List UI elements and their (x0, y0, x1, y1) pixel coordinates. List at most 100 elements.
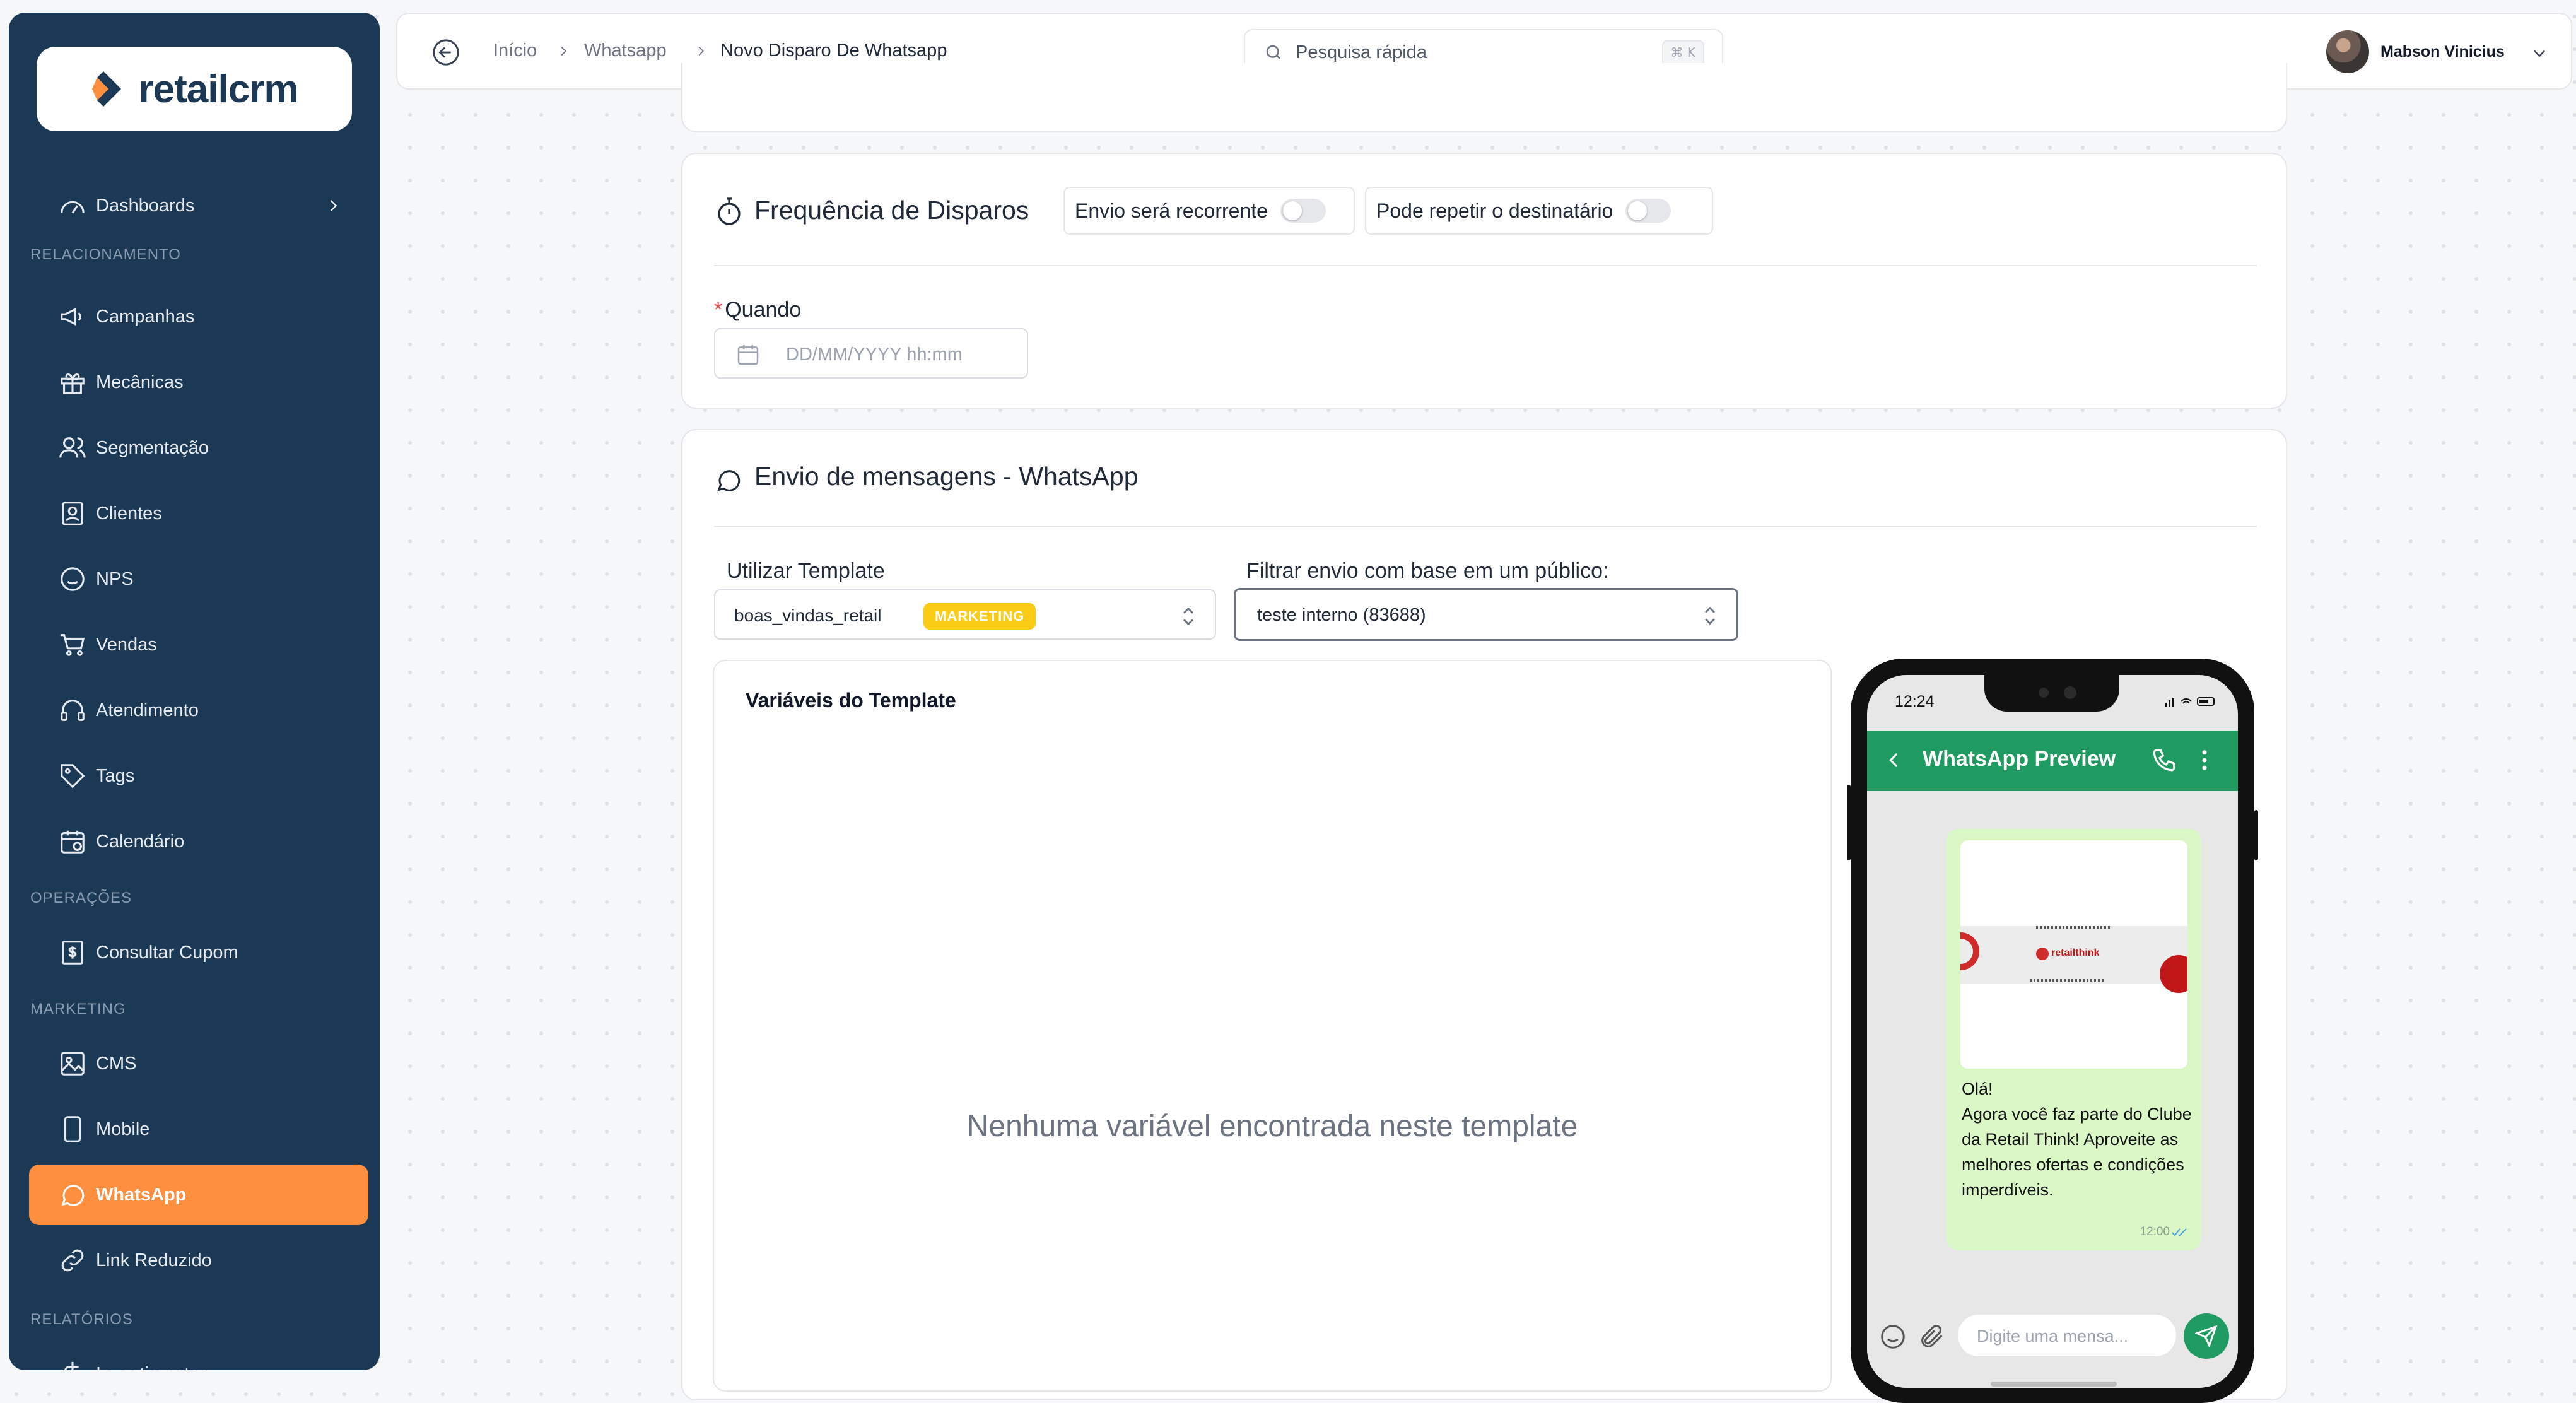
section-operacoes: OPERAÇÕES (30, 889, 132, 907)
template-value: boas_vindas_retail (734, 606, 882, 625)
sidebar-item-label: Consultar Cupom (96, 942, 238, 963)
template-select[interactable]: boas_vindas_retail MARKETING (714, 589, 1216, 640)
search-placeholder: Pesquisa rápida (1296, 42, 1427, 62)
sidebar-item-mobile[interactable]: Mobile (29, 1099, 368, 1159)
sidebar-item-nps[interactable]: NPS (29, 549, 368, 609)
breadcrumb-inicio[interactable]: Início (493, 40, 537, 61)
sidebar-item-vendas[interactable]: Vendas (29, 614, 368, 675)
user-name[interactable]: Mabson Vinicius (2380, 43, 2505, 61)
updown-chevron-icon (1183, 607, 1193, 626)
vars-empty-message: Nenhuma variável encontrada neste templa… (966, 1110, 1578, 1143)
chevron-down-icon[interactable] (2531, 44, 2548, 62)
sidebar-item-cms[interactable]: CMS (29, 1033, 368, 1094)
status-indicators-icon (2165, 697, 2215, 707)
search-icon (1266, 45, 1280, 59)
sidebar-item-campanhas[interactable]: Campanhas (29, 286, 368, 347)
sidebar-item-segmentacao[interactable]: Segmentação (29, 418, 368, 478)
sidebar-item-label: WhatsApp (96, 1184, 187, 1205)
sidebar-item-mecanicas[interactable]: Mecânicas (29, 352, 368, 413)
chat-bubble-icon (61, 1185, 85, 1206)
sidebar-item-label: Mobile (96, 1118, 150, 1139)
message-input[interactable]: Digite uma mensa... (1958, 1315, 2176, 1356)
calendar-icon (61, 830, 85, 854)
banner-image: retailthink (1960, 926, 2187, 993)
phone-notch (1984, 675, 2119, 712)
sidebar-item-label: Investimentos (96, 1364, 209, 1371)
section-marketing: MARKETING (30, 1001, 126, 1018)
template-badge: MARKETING (923, 603, 1036, 630)
send-icon (2195, 1325, 2218, 1347)
sidebar-item-link-reduzido[interactable]: Link Reduzido (29, 1230, 368, 1291)
chevron-right-icon (330, 200, 337, 211)
sidebar-item-investimentos[interactable]: Investimentos (29, 1344, 368, 1370)
emoji-icon[interactable] (1878, 1322, 1907, 1351)
logo-text: retailcrm (138, 67, 299, 111)
divider (714, 265, 2257, 266)
updown-chevron-icon (1705, 606, 1715, 625)
toggle-repetir[interactable]: Pode repetir o destinatário (1365, 187, 1713, 235)
dollar-icon (64, 1361, 79, 1370)
users-icon (59, 437, 86, 458)
message-input-bar: Digite uma mensa... (1867, 1307, 2238, 1388)
search-shortcut: ⌘ K (1661, 40, 1704, 66)
logo[interactable]: retailcrm (37, 47, 352, 131)
chevron-left-icon[interactable] (1883, 749, 1905, 771)
gift-icon (61, 373, 85, 394)
chat-bubble-icon (717, 470, 741, 491)
whatsapp-phone-preview: 12:24 WhatsApp Preview retailthink Olá! … (1847, 659, 2258, 1403)
sidebar-item-label: NPS (96, 568, 134, 589)
sidebar-item-consultar-cupom[interactable]: Consultar Cupom (29, 922, 368, 983)
toggle-repetir-label: Pode repetir o destinatário (1376, 199, 1613, 222)
shopping-cart-icon (60, 634, 85, 656)
frequencia-card: Frequência de Disparos Envio será recorr… (681, 153, 2287, 409)
phone-call-icon[interactable] (2151, 747, 2177, 773)
toggle-repetir-switch[interactable] (1625, 199, 1671, 223)
sidebar-item-label: Segmentação (96, 437, 209, 458)
sidebar-item-clientes[interactable]: Clientes (29, 483, 368, 544)
send-button[interactable] (2184, 1313, 2229, 1359)
section-relacionamento: RELACIONAMENTO (30, 246, 181, 263)
sidebar-item-label: Campanhas (96, 306, 195, 327)
paperclip-icon[interactable] (1917, 1322, 1947, 1351)
breadcrumb-whatsapp[interactable]: Whatsapp (584, 40, 667, 61)
smile-icon (61, 567, 85, 591)
headset-icon (61, 700, 85, 721)
publico-select[interactable]: teste interno (83688) (1234, 588, 1738, 641)
double-check-icon (2172, 1228, 2187, 1236)
sidebar-item-label: Atendimento (96, 700, 199, 720)
divider (714, 526, 2257, 527)
sidebar-item-label: Mecânicas (96, 372, 184, 392)
quando-placeholder: DD/MM/YYYY hh:mm (786, 344, 963, 365)
sidebar-item-calendario[interactable]: Calendário (29, 811, 368, 872)
sidebar-item-atendimento[interactable]: Atendimento (29, 680, 368, 741)
vars-title: Variáveis do Template (746, 689, 956, 712)
whatsapp-header-title: WhatsApp Preview (1923, 747, 2116, 771)
breadcrumb-current: Novo Disparo De Whatsapp (720, 40, 947, 61)
sidebar-item-whatsapp[interactable]: WhatsApp (29, 1165, 368, 1225)
sidebar-item-dashboards[interactable]: Dashboards (29, 175, 368, 236)
status-time: 12:24 (1895, 693, 1935, 710)
template-label: Utilizar Template (727, 559, 885, 583)
image-icon (61, 1052, 85, 1076)
section-relatorios: RELATÓRIOS (30, 1311, 133, 1328)
envio-title: Envio de mensagens - WhatsApp (754, 462, 1139, 491)
back-arrow-icon[interactable] (431, 38, 460, 67)
quando-date-input[interactable]: DD/MM/YYYY hh:mm (714, 328, 1028, 379)
sidebar-item-tags[interactable]: Tags (29, 746, 368, 806)
template-variables-panel: Variáveis do Template Nenhuma variável e… (713, 660, 1832, 1392)
message-time: 12:00 (2140, 1225, 2170, 1238)
avatar[interactable] (2326, 30, 2369, 73)
toggle-recorrente-switch[interactable] (1280, 199, 1326, 223)
sidebar: retailcrm Dashboards RELACIONAMENTO Camp… (9, 13, 380, 1370)
sidebar-item-label: Clientes (96, 503, 162, 524)
sidebar-item-label: Tags (96, 765, 135, 786)
retailcrm-logo-icon (91, 71, 121, 107)
megaphone-icon (61, 308, 81, 326)
more-vertical-icon[interactable] (2191, 747, 2218, 773)
phone-screen: 12:24 WhatsApp Preview retailthink Olá! … (1867, 675, 2238, 1388)
toggle-recorrente[interactable]: Envio será recorrente (1063, 187, 1355, 235)
gauge-icon (61, 201, 85, 214)
previous-card (681, 63, 2287, 132)
publico-value: teste interno (83688) (1257, 605, 1426, 625)
contact-card-icon (62, 502, 83, 525)
